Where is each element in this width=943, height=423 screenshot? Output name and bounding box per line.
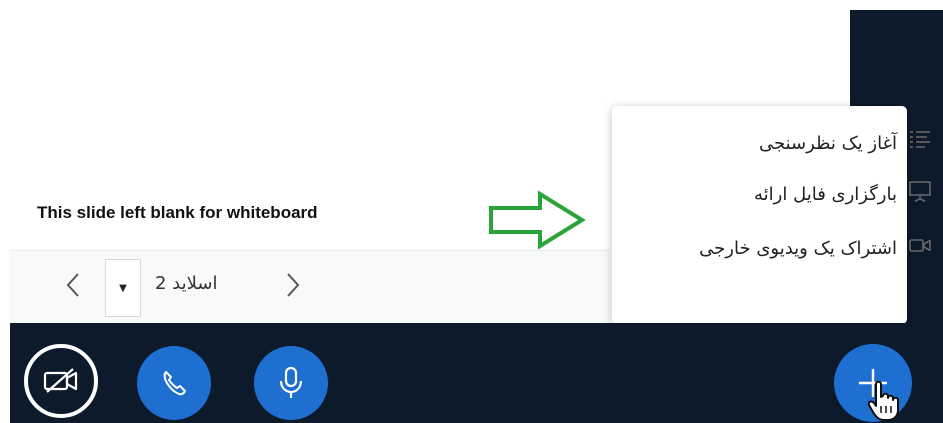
hand-cursor-icon [867,380,899,421]
toggle-webcam-button[interactable] [24,344,98,418]
menu-item-label: اشتراک یک ویدیوی خارجی [699,238,897,259]
menu-item-label: بارگزاری فایل ارائه [754,184,897,205]
presentation-icon [909,181,931,202]
phone-icon [163,371,186,396]
caret-down-icon: ▼ [119,282,127,294]
external-video-icon [909,239,931,252]
join-audio-button[interactable] [137,346,211,420]
video-off-icon [43,368,78,393]
green-arrow-icon [489,190,586,250]
chevron-right-icon [287,273,300,297]
slide-blank-text: This slide left blank for whiteboard [37,203,318,222]
slide-number-label: اسلاید 2 [155,273,218,294]
menu-item-label: آغاز یک نظرسنجی [759,133,897,154]
microphone-button[interactable] [254,346,328,420]
slide-navigation-bar: ▼ اسلاید 2 [10,250,610,323]
microphone-icon [279,366,303,398]
next-slide-button[interactable] [278,263,308,307]
poll-icon [910,131,930,148]
menu-item-start-poll[interactable]: آغاز یک نظرسنجی [759,127,931,161]
slide-select-dropdown[interactable]: ▼ [105,259,141,317]
menu-item-share-external-video[interactable]: اشتراک یک ویدیوی خارجی [699,232,931,266]
menu-item-upload-presentation[interactable]: بارگزاری فایل ارائه [754,178,931,212]
previous-slide-button[interactable] [58,263,88,307]
chevron-left-icon [66,273,79,297]
